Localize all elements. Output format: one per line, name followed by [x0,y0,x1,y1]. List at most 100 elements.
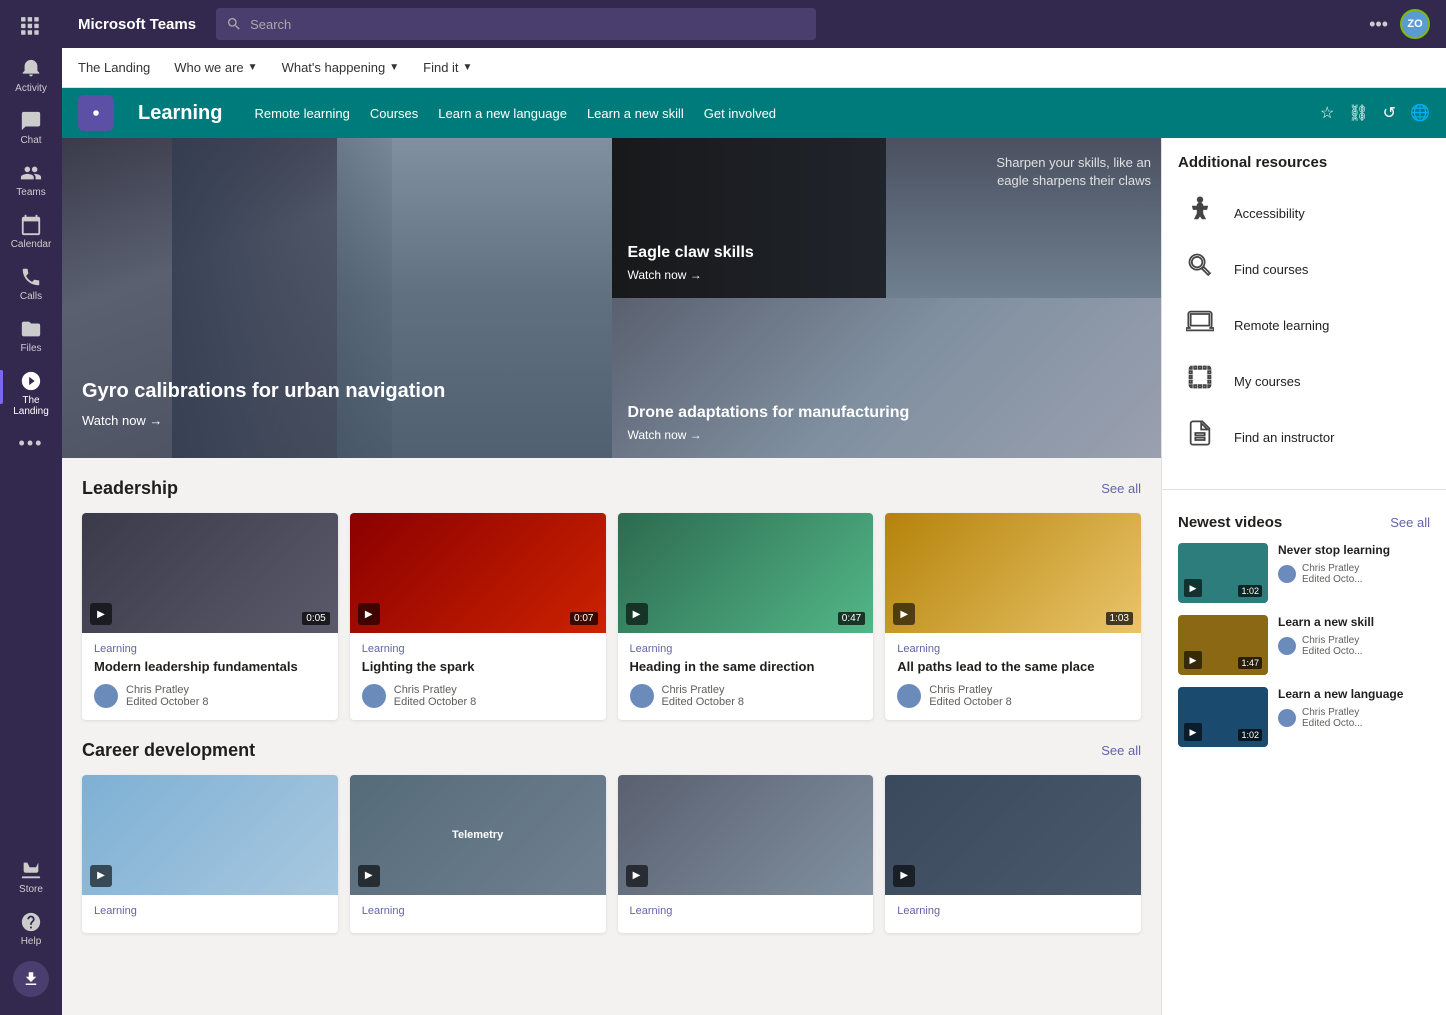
resource-find-instructor[interactable]: Find an instructor [1178,409,1430,465]
newest-avatar-2 [1278,637,1296,655]
help-icon [20,911,42,933]
sidebar-help-label: Help [21,936,42,947]
video-title-4: All paths lead to the same place [897,659,1129,676]
video-card-3[interactable]: ▶ 0:47 Learning Heading in the same dire… [618,513,874,720]
learning-logo [78,95,114,131]
newest-title-3: Learn a new language [1278,687,1430,703]
store-icon [20,859,42,881]
author-date-2: Edited October 8 [394,696,477,708]
my-courses-label: My courses [1234,374,1300,389]
video-card-4[interactable]: ▶ 1:03 Learning All paths lead to the sa… [885,513,1141,720]
career-card-3[interactable]: ▶ Learning [618,775,874,933]
topnav-find-it[interactable]: Find it ▼ [423,56,472,79]
video-card-1[interactable]: ▶ 0:05 Learning Modern leadership fundam… [82,513,338,720]
career-see-all[interactable]: See all [1101,743,1141,758]
sidebar-item-activity[interactable]: Activity [0,50,62,102]
globe-icon[interactable]: 🌐 [1410,103,1430,123]
additional-resources-title: Additional resources [1178,154,1430,171]
more-options-button[interactable]: ••• [1369,14,1388,35]
sidebar-landing-label: The Landing [4,395,58,417]
hero-right-bottom[interactable]: Drone adaptations for manufacturing Watc… [612,298,1162,458]
topnav-who-we-are[interactable]: Who we are ▼ [174,56,257,79]
duration-1: 0:05 [302,612,329,625]
my-courses-icon [1186,363,1214,391]
leadership-title: Leadership [82,478,178,499]
resource-my-courses[interactable]: My courses [1178,353,1430,409]
learning-nav-remote[interactable]: Remote learning [254,106,349,121]
hero-drone-cta[interactable]: Watch now → [628,428,910,442]
sidebar-item-teams[interactable]: Teams [0,154,62,206]
sidebar-app-grid[interactable] [0,8,62,50]
resources-divider [1162,489,1446,490]
career-card-2[interactable]: Telemetry ▶ Learning [350,775,606,933]
hero-left[interactable]: Gyro calibrations for urban navigation W… [62,138,612,458]
video-title-1: Modern leadership fundamentals [94,659,326,676]
sidebar-item-store[interactable]: Store [0,851,62,903]
star-icon[interactable]: ☆ [1320,103,1334,123]
video-thumb-4: ▶ 1:03 [885,513,1141,633]
learning-nav-language[interactable]: Learn a new language [438,106,567,121]
newest-avatar-1 [1278,565,1296,583]
sidebar-activity-label: Activity [15,83,47,94]
newest-duration-2: 1:47 [1238,657,1262,669]
video-card-2[interactable]: ▶ 0:07 Learning Lighting the spark [350,513,606,720]
author-date-4: Edited October 8 [929,696,1012,708]
topbar: Microsoft Teams ••• ZO [62,0,1446,48]
bell-icon [20,58,42,80]
download-icon [22,970,40,988]
learning-nav-skill[interactable]: Learn a new skill [587,106,684,121]
hero-right-top[interactable]: Sharpen your skills, like an eagle sharp… [612,138,1162,298]
career-card-1[interactable]: ▶ Learning [82,775,338,933]
video-title-3: Heading in the same direction [630,659,862,676]
files-icon [20,318,42,340]
thumb-bg-1 [82,513,338,633]
remote-learning-label: Remote learning [1234,318,1329,333]
video-thumb-2: ▶ 0:07 [350,513,606,633]
find-courses-label: Find courses [1234,262,1308,277]
learning-nav-courses[interactable]: Courses [370,106,418,121]
refresh-icon[interactable]: ↺ [1383,103,1396,123]
search-container [216,8,816,40]
app-topnav: The Landing Who we are ▼ What's happenin… [62,48,1446,88]
play-icon-2: ▶ [358,603,380,625]
link-icon[interactable]: ⛓ [1348,103,1368,123]
newest-header: Newest videos See all [1178,514,1430,531]
topnav-the-landing[interactable]: The Landing [78,56,150,79]
hero-right-top-text: Eagle claw skills Watch now → [628,244,754,282]
user-avatar[interactable]: ZO [1400,9,1430,39]
sidebar-item-help[interactable]: Help [0,903,62,955]
sidebar-item-calls[interactable]: Calls [0,258,62,310]
career-card-4[interactable]: ▶ Learning [885,775,1141,933]
sidebar-item-landing[interactable]: The Landing [0,362,62,425]
sidebar-item-more[interactable]: ••• [0,425,62,462]
resource-remote-learning[interactable]: Remote learning [1178,297,1430,353]
play-icon-4: ▶ [893,603,915,625]
author-name-2: Chris Pratley [394,684,477,696]
hero-left-cta[interactable]: Watch now → [82,413,445,428]
newest-videos-title: Newest videos [1178,514,1282,531]
remote-learning-icon [1186,307,1214,335]
sidebar-item-files[interactable]: Files [0,310,62,362]
search-input[interactable] [250,17,806,32]
learning-nav-involved[interactable]: Get involved [704,106,776,121]
duration-4: 1:03 [1106,612,1133,625]
resource-find-courses[interactable]: Find courses [1178,241,1430,297]
newest-see-all[interactable]: See all [1390,515,1430,530]
duration-3: 0:47 [838,612,865,625]
leadership-see-all[interactable]: See all [1101,481,1141,496]
author-name-3: Chris Pratley [662,684,745,696]
additional-resources: Additional resources Accessibility [1162,138,1446,481]
video-category-4: Learning [897,643,1129,655]
newest-video-3[interactable]: ▶ 1:02 Learn a new language Chris Pratle… [1178,687,1430,747]
topnav-whats-happening[interactable]: What's happening ▼ [282,56,400,79]
sidebar-item-download[interactable] [13,961,49,997]
sidebar-item-calendar[interactable]: Calendar [0,206,62,258]
newest-title-1: Never stop learning [1278,543,1430,559]
newest-video-1[interactable]: ▶ 1:02 Never stop learning Chris Pratley… [1178,543,1430,603]
resource-accessibility[interactable]: Accessibility [1178,185,1430,241]
chat-icon [20,110,42,132]
chevron-down-icon: ▼ [248,62,258,73]
newest-video-2[interactable]: ▶ 1:47 Learn a new skill Chris Pratley E… [1178,615,1430,675]
hero-eagle-cta[interactable]: Watch now → [628,268,754,282]
sidebar-item-chat[interactable]: Chat [0,102,62,154]
